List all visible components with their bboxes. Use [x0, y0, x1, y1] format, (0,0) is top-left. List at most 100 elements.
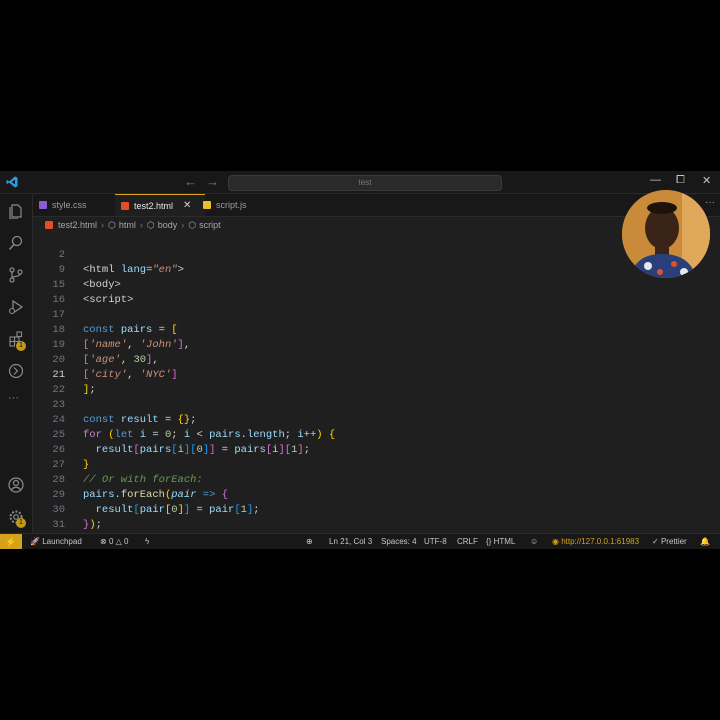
code-text: } — [83, 459, 90, 471]
notifications-bell-icon[interactable]: 🔔 — [700, 534, 710, 549]
activity-bar: 1 ··· 1 — [0, 194, 33, 533]
code-line: 15 <script> — [33, 263, 133, 306]
code-line: 17 const pairs = [ — [33, 293, 177, 336]
command-center-text: test — [358, 178, 372, 187]
search-icon[interactable] — [8, 235, 24, 251]
breadcrumb-file[interactable]: test2.html — [58, 220, 97, 230]
vscode-logo-icon — [6, 176, 18, 188]
copilot-icon[interactable]: ☺ — [530, 534, 538, 549]
code-text: const result = {}; — [83, 414, 197, 426]
chevron-right-icon: › — [101, 220, 105, 230]
code-text: }); — [83, 519, 102, 531]
zoom-icon[interactable]: ⊕ — [306, 534, 313, 549]
code-line: 28 pairs.forEach(pair => { — [33, 458, 228, 501]
cursor-position[interactable]: Ln 21, Col 3 — [329, 534, 372, 549]
remote-indicator-icon[interactable]: ⚡ — [0, 534, 22, 549]
prettier-status[interactable]: ✓ Prettier — [652, 534, 687, 549]
tab-test2-html[interactable]: test2.html ✕ — [115, 194, 205, 216]
webcam-overlay — [622, 190, 710, 278]
tab-label: style.css — [52, 200, 87, 210]
code-line: 23 const result = {}; — [33, 383, 196, 426]
code-text: result[pairs[i][0]] = pairs[i][1]; — [95, 444, 311, 456]
tab-style-css[interactable]: style.css — [39, 194, 117, 216]
back-arrow-icon[interactable]: ← — [184, 174, 197, 189]
code-line: 16 — [33, 278, 71, 306]
code-line: 30 }); — [33, 488, 102, 531]
extensions-badge: 1 — [16, 341, 26, 351]
js-file-icon — [203, 201, 211, 209]
code-line: 29 result[pair[0]] = pair[1]; — [33, 473, 259, 516]
forward-arrow-icon[interactable]: → — [206, 174, 219, 189]
code-line: 27 // Or with forEach: — [33, 443, 202, 486]
code-text: pairs.forEach(pair => { — [83, 489, 229, 501]
chevron-right-icon: › — [181, 220, 185, 230]
live-server-status[interactable]: ◉ http://127.0.0.1:61983 — [552, 534, 639, 549]
indentation[interactable]: Spaces: 4 — [381, 534, 417, 549]
code-text: <html lang="en"> — [83, 264, 184, 276]
breadcrumb-html[interactable]: html — [119, 220, 136, 230]
code-text: <body> — [83, 279, 121, 291]
run-debug-icon[interactable] — [8, 299, 24, 315]
problems-indicator[interactable]: ⊗ 0 △ 0 — [100, 534, 128, 549]
language-mode[interactable]: {} HTML — [486, 534, 515, 549]
live-server-url: http://127.0.0.1:61983 — [561, 537, 640, 546]
encoding[interactable]: UTF-8 — [424, 534, 447, 549]
source-control-icon[interactable] — [8, 267, 24, 283]
minimize-icon[interactable]: — — [650, 174, 661, 186]
css-file-icon — [39, 201, 47, 209]
code-line: 26 } — [33, 428, 89, 471]
html-file-icon — [45, 221, 53, 229]
remote-explorer-icon[interactable] — [8, 363, 24, 379]
code-text: ['name', 'John'], — [83, 339, 191, 351]
close-tab-icon[interactable]: ✕ — [183, 200, 191, 211]
code-line: 31 — [33, 503, 71, 531]
code-text: result[pair[0]] = pair[1]; — [95, 504, 260, 516]
tab-overflow-icon[interactable]: ··· — [705, 197, 715, 208]
tab-label: test2.html — [134, 200, 174, 211]
code-line: 20 ['city', 'NYC'] — [33, 338, 177, 381]
code-line: 9 <body> — [33, 248, 121, 291]
explorer-icon[interactable] — [8, 203, 24, 219]
code-line: 25 result[pairs[i][0]] = pairs[i][1]; — [33, 413, 310, 456]
settings-badge: 1 — [16, 518, 26, 528]
code-line: 22 — [33, 368, 71, 396]
breadcrumb-script[interactable]: script — [199, 220, 221, 230]
title-bar: ← → test — ⧠ ✕ — [0, 171, 720, 194]
code-editor[interactable]: 2 <html lang="en"> 9 <body> 15 <script> … — [33, 233, 720, 546]
lightning-icon[interactable]: ϟ — [145, 534, 149, 549]
code-text: <script> — [83, 294, 134, 306]
code-text: ['city', 'NYC'] — [83, 369, 178, 381]
launchpad-button[interactable]: 🚀 Launchpad — [30, 534, 82, 549]
html-file-icon — [121, 201, 129, 210]
code-text: ['age', 30], — [83, 354, 159, 366]
code-line: 24 for (let i = 0; i < pairs.length; i++… — [33, 398, 335, 441]
breadcrumb-body[interactable]: body — [158, 220, 178, 230]
maximize-icon[interactable]: ⧠ — [676, 174, 685, 187]
prettier-label: Prettier — [660, 537, 687, 546]
tab-label: script.js — [216, 200, 247, 210]
error-count: 0 — [108, 537, 114, 546]
chevron-right-icon: › — [139, 220, 143, 230]
tab-script-js[interactable]: script.js — [203, 194, 275, 216]
editor-tabs: style.css test2.html ✕ script.js ··· — [33, 194, 720, 217]
code-line: 21 ]; — [33, 353, 95, 396]
warning-count: 0 — [124, 537, 129, 546]
status-bar: ⚡ 🚀 Launchpad ⊗ 0 △ 0 ϟ ⊕ Ln 21, Col 3 S… — [0, 533, 720, 549]
presenter-image — [622, 190, 710, 278]
breadcrumb: test2.html › ⬡ html › ⬡ body › ⬡ script — [33, 217, 221, 233]
code-text: ]; — [83, 384, 96, 396]
element-icon: ⬡ — [188, 219, 197, 230]
code-line: 18 ['name', 'John'], — [33, 308, 190, 351]
language-label: HTML — [493, 537, 516, 546]
code-line: 32 console.log(result); — [33, 518, 71, 546]
close-window-icon[interactable]: ✕ — [702, 174, 711, 187]
code-line: 2 <html lang="en"> — [33, 233, 184, 276]
code-comment: // Or with forEach: — [83, 474, 203, 486]
account-icon[interactable] — [8, 477, 24, 493]
line-ending[interactable]: CRLF — [457, 534, 478, 549]
element-icon: ⬡ — [146, 219, 155, 230]
element-icon: ⬡ — [108, 219, 116, 230]
launchpad-label: Launchpad — [42, 537, 82, 546]
command-center-search[interactable]: test — [228, 175, 502, 191]
more-icon[interactable]: ··· — [8, 392, 19, 404]
